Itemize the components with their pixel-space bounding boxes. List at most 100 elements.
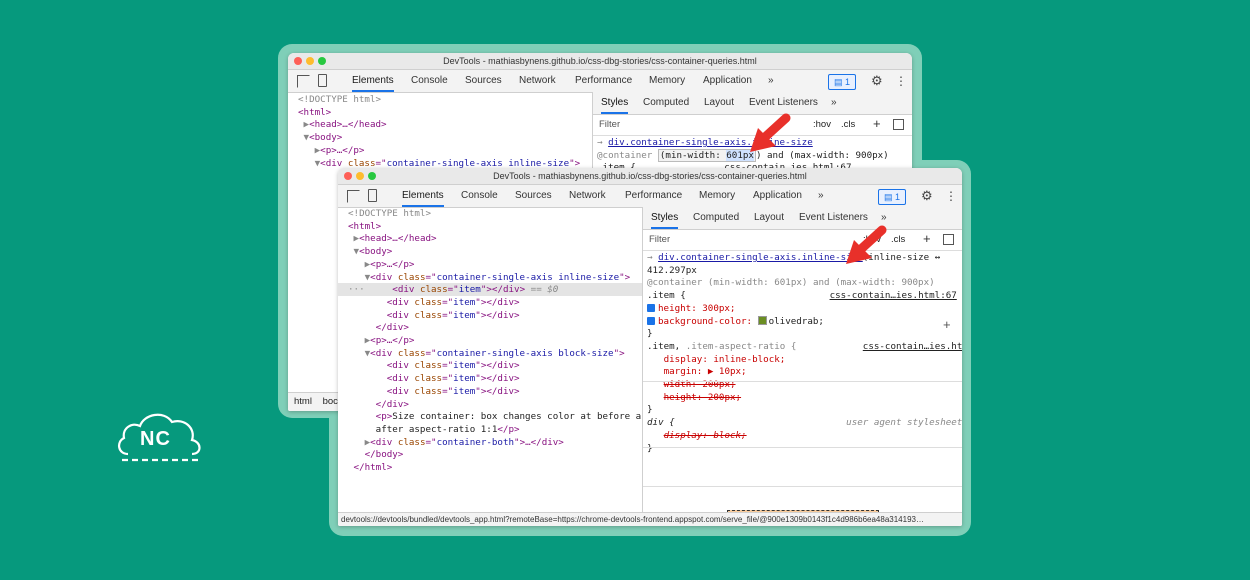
ua-display: display: block; [663, 429, 747, 441]
dom-div-block-class[interactable]: container-single-axis block-size [437, 348, 614, 359]
tab-memory[interactable]: Memory [699, 185, 735, 207]
rule2-src-link[interactable]: css-contain…ies.html:44 [863, 341, 962, 352]
side-tab-layout[interactable]: Layout [704, 92, 734, 114]
gear-icon[interactable]: ⚙ [921, 189, 933, 202]
tab-console[interactable]: Console [461, 185, 498, 207]
zoom-window-dot[interactable] [368, 172, 376, 180]
dom-html[interactable]: <html> [348, 221, 381, 232]
dom-item[interactable]: item [453, 310, 475, 321]
inspect-element-icon[interactable] [347, 190, 360, 203]
ua-selector: div { [647, 417, 675, 429]
dom-div-close-2: </div> [375, 398, 409, 410]
item-selector: .item { [647, 290, 686, 302]
dom-doctype: <!DOCTYPE html> [348, 208, 431, 219]
dom-div-inline-class[interactable]: container-single-axis inline-size [437, 272, 620, 283]
sidebar-toggle-icon[interactable] [943, 234, 954, 245]
bg-checkbox[interactable] [647, 316, 655, 325]
rule2-margin[interactable]: margin: ▶ 10px; [664, 366, 747, 377]
side-tab-computed[interactable]: Computed [693, 207, 739, 229]
dom-head[interactable]: <head>…</head> [359, 233, 436, 244]
ua-close: } [647, 442, 653, 454]
filter-input[interactable]: Filter [649, 234, 670, 245]
new-rule-plus-icon[interactable]: + [923, 231, 931, 246]
side-tab-styles[interactable]: Styles [601, 92, 629, 114]
tab-network[interactable]: Network [569, 185, 606, 207]
kebab-menu-icon[interactable]: ⋮ [895, 74, 907, 88]
close-window-dot[interactable] [344, 172, 352, 180]
tab-elements[interactable]: Elements [402, 185, 444, 207]
issues-count: 1 [845, 77, 851, 87]
decl-height[interactable]: height: 300px; [658, 303, 735, 314]
zoom-window-dot[interactable] [318, 57, 326, 65]
tab-network[interactable]: Network [519, 70, 556, 92]
height-checkbox[interactable] [647, 303, 655, 312]
issues-count: 1 [895, 192, 901, 202]
tab-elements[interactable]: Elements [352, 70, 394, 92]
dom-item[interactable]: item [453, 360, 475, 371]
decl-background-value[interactable]: olivedrab; [769, 316, 824, 327]
close-window-dot[interactable] [294, 57, 302, 65]
gear-icon[interactable]: ⚙ [871, 74, 883, 87]
tab-application[interactable]: Application [703, 70, 752, 92]
device-toolbar-icon[interactable] [318, 74, 327, 87]
issues-badge[interactable]: ▤ 1 [878, 189, 906, 205]
tab-console[interactable]: Console [411, 70, 448, 92]
side-tab-layout[interactable]: Layout [754, 207, 784, 229]
item-src-link[interactable]: css-contain…ies.html:67 [830, 290, 957, 301]
dom-html[interactable]: <html> [298, 107, 331, 118]
more-tabs-chevron-icon[interactable]: » [818, 185, 824, 207]
side-tab-computed[interactable]: Computed [643, 92, 689, 114]
ua-label: user agent stylesheet [846, 417, 962, 429]
hov-toggle[interactable]: :hov [813, 119, 831, 130]
dom-p-2[interactable]: <p>…</p> [370, 335, 414, 346]
tab-sources[interactable]: Sources [515, 185, 552, 207]
kebab-menu-icon[interactable]: ⋮ [945, 189, 957, 203]
filter-input[interactable]: Filter [599, 119, 620, 130]
container-link[interactable]: div.container-single-axis.inline-size [658, 252, 863, 263]
cls-toggle[interactable]: .cls [891, 234, 905, 245]
rule2-selector-b: .item-aspect-ratio { [685, 340, 797, 352]
more-tabs-chevron-icon[interactable]: » [768, 70, 774, 92]
nc-cloud-logo: NC [114, 408, 204, 468]
rule2-display[interactable]: display: inline-block; [664, 354, 786, 365]
dom-p[interactable]: <p>…</p> [370, 259, 414, 270]
new-rule-plus-icon[interactable]: + [873, 116, 881, 131]
breadcrumb-body[interactable]: boc [323, 396, 338, 407]
sidebar-toggle-icon[interactable] [893, 119, 904, 130]
dom-div-both-class[interactable]: container-both [437, 437, 514, 448]
side-tab-styles[interactable]: Styles [651, 207, 679, 229]
front-side-tabs: Styles Computed Layout Event Listeners » [643, 207, 962, 230]
side-tab-event-listeners[interactable]: Event Listeners [749, 92, 818, 114]
tab-memory[interactable]: Memory [649, 70, 685, 92]
dom-div-class[interactable]: container-single-axis inline-size [387, 158, 570, 169]
back-title: DevTools - mathiasbynens.github.io/css-d… [443, 56, 757, 66]
dom-item[interactable]: item [453, 297, 475, 308]
breadcrumb-html[interactable]: html [294, 396, 312, 407]
minimize-window-dot[interactable] [306, 57, 314, 65]
back-arrow-icon [750, 113, 791, 152]
dom-item[interactable]: item [453, 386, 475, 397]
dom-item[interactable]: item [453, 373, 475, 384]
status-bar: devtools://devtools/bundled/devtools_app… [338, 512, 962, 526]
dom-p[interactable]: <p>…</p> [320, 145, 364, 156]
dom-item-selected[interactable]: item [459, 284, 481, 295]
tab-performance[interactable]: Performance [625, 185, 682, 207]
tab-sources[interactable]: Sources [465, 70, 502, 92]
olivedrab-swatch[interactable] [757, 315, 767, 325]
add-declaration-plus-icon[interactable]: + [943, 317, 951, 332]
decl-background[interactable]: background-color: [658, 316, 752, 327]
tab-application[interactable]: Application [753, 185, 802, 207]
cls-toggle[interactable]: .cls [841, 119, 855, 130]
issues-badge[interactable]: ▤ 1 [828, 74, 856, 90]
container-rule: @container (min-width: 601px) and (max-w… [647, 277, 935, 289]
minimize-window-dot[interactable] [356, 172, 364, 180]
rule2-height[interactable]: height: 200px; [664, 392, 741, 403]
side-more-chevron-icon[interactable]: » [831, 92, 837, 114]
tab-performance[interactable]: Performance [575, 70, 632, 92]
back-tabbar: Elements Console Sources Network Perform… [288, 70, 912, 93]
inspect-element-icon[interactable] [297, 75, 310, 88]
dom-head[interactable]: <head>…</head> [309, 119, 386, 130]
dom-body[interactable]: <body> [359, 246, 392, 257]
device-toolbar-icon[interactable] [368, 189, 377, 202]
dom-body[interactable]: <body> [309, 132, 342, 143]
